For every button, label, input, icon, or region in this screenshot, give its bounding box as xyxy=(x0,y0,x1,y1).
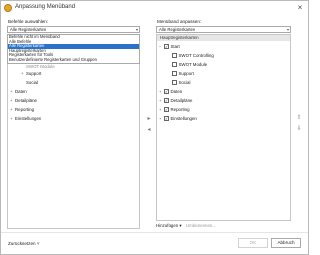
title-bar: Anpassung Menüband × xyxy=(1,1,308,16)
ribbon-item-label: Detailpläne xyxy=(170,98,193,103)
ribbon-item-daten[interactable]: + ✓ Daten xyxy=(159,89,182,95)
tree-item-reporting[interactable]: + Reporting xyxy=(10,107,34,113)
tree-item-daten[interactable]: + Daten xyxy=(10,89,27,95)
tree-item-social[interactable]: Social xyxy=(21,80,38,86)
move-down-icon[interactable]: ⇩ xyxy=(295,125,303,133)
close-button[interactable]: × xyxy=(295,3,305,13)
ribbon-item-support[interactable]: Support xyxy=(172,71,194,77)
choose-commands-select[interactable]: Alle Registerkarten ▾ xyxy=(7,26,140,33)
ribbon-item-label: Social xyxy=(178,80,191,85)
tree-item-label: Support xyxy=(26,71,42,76)
choose-commands-value: Alle Registerkarten xyxy=(10,27,47,32)
ribbon-tree[interactable]: Hauptregisterkarten − ✓ Start SWOT Control… xyxy=(156,34,291,221)
ribbon-item-label: Reporting xyxy=(170,107,190,112)
checkbox[interactable] xyxy=(172,62,177,67)
tree-item-label: Detailpläne xyxy=(15,98,37,103)
ok-button[interactable]: OK xyxy=(238,238,268,248)
choose-commands-dropdown[interactable]: Befehle nicht im Menüband Alle Befehle A… xyxy=(7,34,140,64)
chevron-down-icon: ▾ xyxy=(286,27,289,32)
move-up-icon[interactable]: ⇧ xyxy=(295,114,303,122)
checkbox[interactable]: ✓ xyxy=(164,98,169,103)
app-icon xyxy=(4,4,12,12)
customize-ribbon-select[interactable]: Alle Registerkarten ▾ xyxy=(156,26,291,33)
ribbon-item-label: Einstellungen xyxy=(170,116,197,121)
ribbon-item-einstellungen[interactable]: + ✓ Einstellungen xyxy=(159,116,197,122)
remove-arrow-icon[interactable]: ◂ xyxy=(145,126,153,134)
ribbon-item-label: Support xyxy=(178,71,194,76)
add-arrow-icon[interactable]: ▸ xyxy=(145,115,153,123)
ribbon-tree-header: Hauptregisterkarten xyxy=(157,35,290,41)
tree-item-label: Social xyxy=(26,80,38,85)
rename-button[interactable]: Umbenennen... xyxy=(186,223,216,228)
checkbox[interactable]: ✓ xyxy=(164,107,169,112)
ribbon-item-start[interactable]: − ✓ Start xyxy=(159,44,180,50)
checkbox[interactable]: ✓ xyxy=(164,44,169,49)
reset-button[interactable]: Zurücksetzen ˅ xyxy=(8,241,40,246)
choose-commands-label: Befehle auswählen: xyxy=(8,19,49,24)
ribbon-item-swot-module[interactable]: SWOT Module xyxy=(172,62,207,68)
checkbox[interactable]: ✓ xyxy=(164,89,169,94)
checkbox[interactable] xyxy=(172,53,177,58)
checkbox[interactable]: ✓ xyxy=(164,116,169,121)
footer-divider xyxy=(1,232,308,233)
customize-ribbon-dialog: Anpassung Menüband × Befehle auswählen: … xyxy=(0,0,309,255)
add-new-button[interactable]: Hinzufügen ▾ xyxy=(156,223,182,229)
tree-item-detailplaene[interactable]: + Detailpläne xyxy=(10,98,37,104)
window-title: Anpassung Menüband xyxy=(15,4,76,10)
checkbox[interactable] xyxy=(172,80,177,85)
ribbon-item-detailplaene[interactable]: + ✓ Detailpläne xyxy=(159,98,192,104)
ribbon-item-swot-controlling[interactable]: SWOT Controlling xyxy=(172,53,214,59)
cancel-button[interactable]: Abbruch xyxy=(271,238,301,248)
checkbox[interactable] xyxy=(172,71,177,76)
tree-item-label: Reporting xyxy=(15,107,35,112)
tree-item-support[interactable]: + Support xyxy=(21,71,41,77)
customize-ribbon-value: Alle Registerkarten xyxy=(159,27,196,32)
dropdown-option[interactable]: Benutzerdefinierte Registerkarten und Gr… xyxy=(8,57,139,63)
ribbon-item-label: SWOT Controlling xyxy=(178,53,214,58)
tree-item-einstellungen[interactable]: + Einstellungen xyxy=(10,116,41,122)
tree-ghost-item: SWOT Module xyxy=(26,64,55,69)
tree-item-label: Daten xyxy=(15,89,27,94)
tree-item-label: Einstellungen xyxy=(15,116,42,121)
ribbon-item-label: SWOT Module xyxy=(178,62,208,67)
chevron-down-icon: ▾ xyxy=(135,27,138,32)
ribbon-item-reporting[interactable]: + ✓ Reporting xyxy=(159,107,190,113)
ribbon-item-social[interactable]: Social xyxy=(172,80,190,86)
ribbon-item-label: Daten xyxy=(170,89,183,94)
customize-ribbon-label: Menüband anpassen: xyxy=(157,19,202,24)
ribbon-item-label: Start xyxy=(170,44,180,49)
